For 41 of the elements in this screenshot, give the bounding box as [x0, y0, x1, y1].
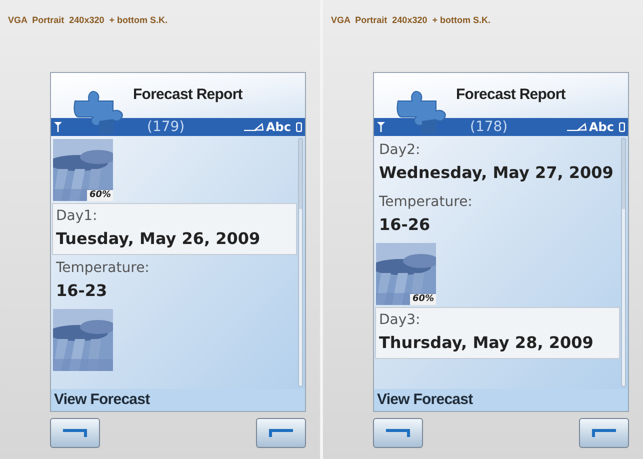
left-softkey-button[interactable]: [50, 418, 100, 448]
field-label: Day2:: [379, 141, 422, 160]
field-label: Temperature:: [379, 193, 474, 212]
battery-icon: [296, 122, 302, 132]
form-field[interactable]: Temperature: 16-23: [52, 255, 297, 307]
form-field[interactable]: Temperature: 16-26: [375, 189, 620, 241]
header-label: VGA Portrait 240x320 + bottom S.K.: [8, 14, 168, 26]
input-mode: Abc: [589, 120, 614, 134]
antenna-icon: [377, 122, 385, 132]
field-label: Temperature:: [56, 259, 150, 278]
field-value: Wednesday, May 27, 2009: [379, 162, 614, 184]
character-counter: (179): [147, 119, 185, 135]
field-label: Day1:: [56, 207, 98, 226]
field-value: Thursday, May 28, 2009: [379, 332, 594, 354]
softkey-label: View Forecast: [51, 389, 305, 411]
form-field[interactable]: Day1: Tuesday, May 26, 2009: [52, 203, 297, 255]
left-softkey-button[interactable]: [373, 418, 423, 448]
bracket-icon: [63, 429, 87, 437]
character-counter: (178): [470, 119, 508, 135]
antenna-icon: [54, 122, 62, 132]
field-label: Day3:: [379, 311, 422, 330]
bracket-icon: [269, 429, 293, 437]
pen-icon: [244, 123, 264, 131]
bracket-icon: [592, 429, 616, 437]
softkey-label: View Forecast: [374, 389, 628, 411]
form-field[interactable]: Day2: Wednesday, May 27, 2009: [375, 137, 620, 189]
chance-label: 60%: [87, 190, 113, 201]
field-value: Tuesday, May 26, 2009: [56, 228, 262, 250]
right-softkey-button[interactable]: [256, 418, 306, 448]
form-field[interactable]: Day3: Thursday, May 28, 2009: [375, 307, 620, 359]
right-softkey-button[interactable]: [579, 418, 629, 448]
chance-label: 60%: [410, 294, 436, 305]
app-title: Forecast Report: [456, 85, 566, 106]
pen-icon: [567, 123, 587, 131]
field-value: 16-23: [56, 280, 108, 302]
header-label: VGA Portrait 240x320 + bottom S.K.: [331, 14, 492, 26]
input-mode: Abc: [266, 120, 291, 134]
field-value: 16-26: [379, 214, 432, 236]
battery-icon: [619, 122, 625, 132]
app-title: Forecast Report: [133, 85, 242, 106]
bracket-icon: [386, 429, 410, 437]
